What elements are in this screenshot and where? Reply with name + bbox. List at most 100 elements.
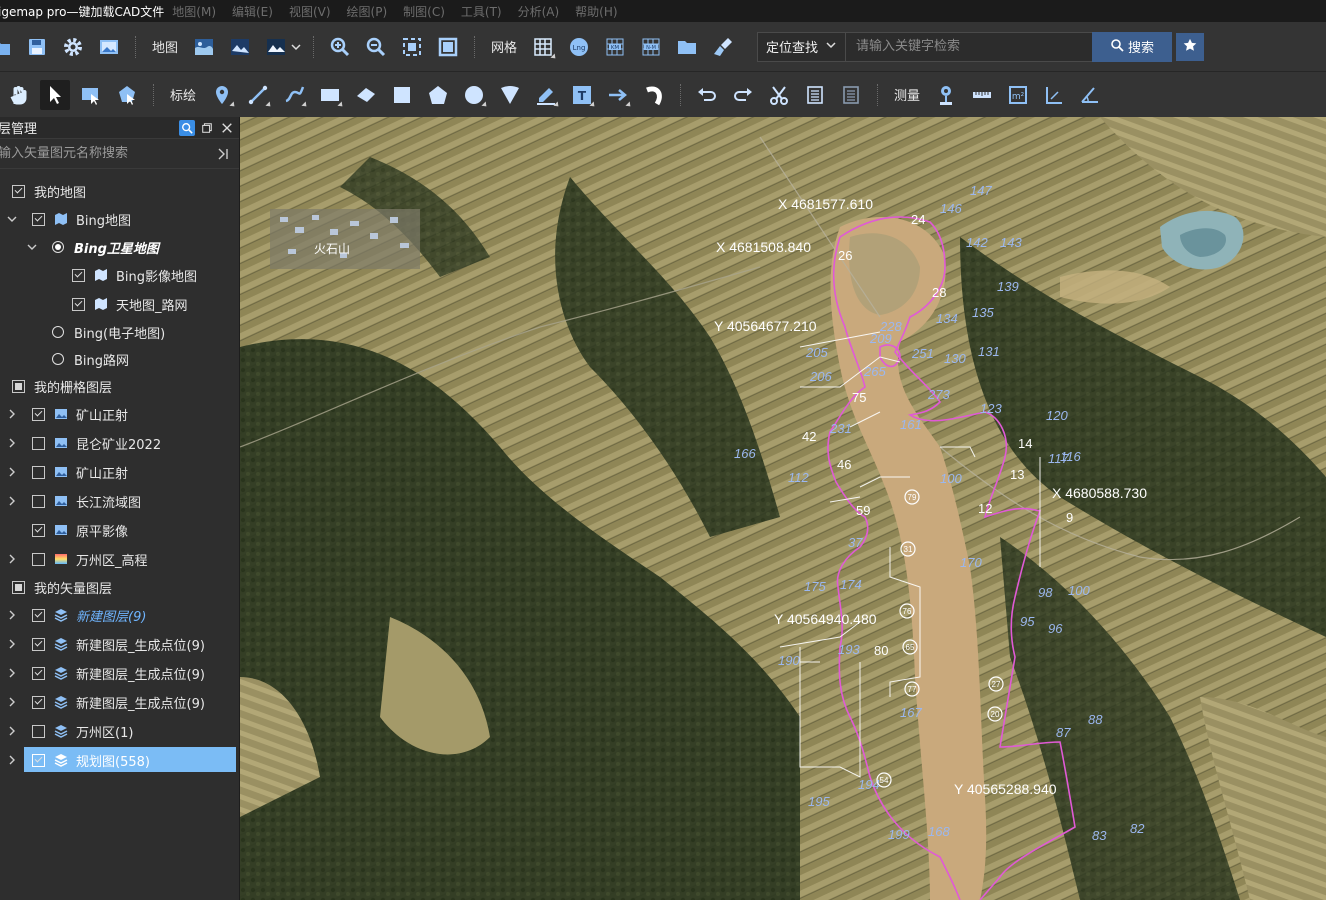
favorite-button[interactable] — [1176, 32, 1205, 61]
layer-search-input[interactable] — [0, 139, 213, 168]
text-underline-icon[interactable] — [531, 80, 561, 110]
layer-group-raster[interactable]: 我的栅格图层 — [0, 372, 240, 400]
search-mode-dropdown[interactable]: 定位查找 — [758, 32, 847, 61]
chevron-down-icon[interactable] — [26, 241, 38, 253]
layer-item-bing-imagery[interactable]: Bing影像地图 — [0, 261, 240, 289]
menu-analysis[interactable]: 分析(A) — [518, 3, 560, 20]
settings-gear-icon[interactable] — [58, 32, 88, 62]
layer-item-mine-ortho-1[interactable]: 矿山正射 — [0, 400, 240, 428]
layer-group-vector[interactable]: 我的矢量图层 — [0, 573, 240, 601]
map-view[interactable]: 火石山 X 4681577.610 X 4681508.840 Y 40564677… — [240, 117, 1326, 900]
layer-checkbox[interactable] — [72, 297, 85, 311]
layer-item-new-layer[interactable]: 新建图层(9) — [0, 601, 240, 629]
pentagon-draw-icon[interactable] — [423, 80, 453, 110]
chevron-right-icon[interactable] — [6, 553, 18, 565]
menu-help[interactable]: 帮助(H) — [575, 3, 617, 20]
curve-draw-icon[interactable] — [279, 80, 309, 110]
layer-checkbox[interactable] — [12, 580, 25, 594]
folder-icon[interactable] — [672, 32, 702, 62]
layer-item-wanzhou[interactable]: 万州区(1) — [0, 717, 240, 745]
km-grid-icon[interactable]: KM — [600, 32, 630, 62]
layer-item-wanzhou-elevation[interactable]: 万州区_高程 — [0, 545, 240, 573]
measure-distance-icon[interactable] — [967, 80, 997, 110]
layer-item-yuanping-imagery[interactable]: 原平影像 — [0, 516, 240, 544]
chevron-right-icon[interactable] — [6, 638, 18, 650]
select-pointer-icon[interactable] — [40, 79, 70, 110]
terrain-map-icon[interactable] — [261, 32, 291, 62]
layer-checkbox[interactable] — [32, 494, 45, 508]
restore-window-icon[interactable] — [199, 120, 215, 136]
chevron-right-icon[interactable] — [6, 466, 18, 478]
layer-item-planning-map[interactable]: 规划图(558) — [0, 746, 240, 774]
chevron-right-icon[interactable] — [6, 667, 18, 679]
layer-checkbox[interactable] — [32, 637, 45, 651]
layer-item-bing[interactable]: Bing地图 — [0, 205, 240, 233]
pan-hand-icon[interactable] — [4, 80, 34, 110]
layer-checkbox[interactable] — [12, 379, 25, 393]
layer-radio[interactable] — [52, 326, 64, 338]
layer-checkbox[interactable] — [32, 407, 45, 421]
arrow-draw-icon[interactable] — [603, 80, 633, 110]
line-draw-icon[interactable] — [243, 80, 273, 110]
chevron-right-icon[interactable] — [6, 408, 18, 420]
zoom-extent-icon[interactable] — [397, 32, 427, 62]
search-button[interactable]: 搜索 — [1092, 31, 1173, 62]
chevron-right-icon[interactable] — [6, 696, 18, 708]
chevron-right-icon[interactable] — [6, 725, 18, 737]
chevron-right-icon[interactable] — [6, 437, 18, 449]
layer-group-my-maps[interactable]: 我的地图 — [0, 177, 240, 205]
text-box-icon[interactable]: T — [567, 80, 597, 110]
layer-checkbox[interactable] — [32, 608, 45, 622]
layer-item-bing-electronic[interactable]: Bing(电子地图) — [0, 318, 240, 346]
paste-attributes-icon[interactable] — [836, 80, 866, 110]
dark-map-icon[interactable] — [225, 32, 255, 62]
close-icon[interactable] — [219, 120, 235, 136]
layer-item-generated-points-3[interactable]: 新建图层_生成点位(9) — [0, 688, 240, 716]
grid-icon[interactable] — [528, 32, 558, 62]
marker-pin-icon[interactable] — [207, 80, 237, 110]
lnglat-grid-icon[interactable]: Lng — [564, 32, 594, 62]
layer-item-tianditu-roads[interactable]: 天地图_路网 — [0, 290, 240, 318]
zoom-out-icon[interactable] — [361, 32, 391, 62]
polygon-select-icon[interactable] — [112, 80, 142, 110]
layer-checkbox[interactable] — [12, 184, 25, 198]
layer-item-bing-satellite[interactable]: Bing卫星地图 — [0, 233, 240, 261]
measure-position-icon[interactable] — [931, 80, 961, 110]
chevron-right-icon[interactable] — [6, 609, 18, 621]
measure-area-icon[interactable]: m² — [1003, 80, 1033, 110]
open-folder-icon[interactable] — [0, 32, 16, 62]
layer-checkbox[interactable] — [32, 695, 45, 709]
layer-checkbox[interactable] — [32, 436, 45, 450]
panel-search-icon[interactable] — [179, 119, 195, 136]
square-draw-icon[interactable] — [387, 80, 417, 110]
layer-checkbox[interactable] — [32, 724, 45, 738]
sector-draw-icon[interactable] — [495, 80, 525, 110]
layer-checkbox[interactable] — [32, 753, 45, 767]
redo-icon[interactable] — [728, 80, 758, 110]
layer-checkbox[interactable] — [32, 465, 45, 479]
collapse-panel-icon[interactable] — [213, 144, 233, 164]
chevron-right-icon[interactable] — [6, 495, 18, 507]
menu-map[interactable]: 地图(M) — [172, 3, 216, 20]
freehand-polygon-icon[interactable] — [351, 80, 381, 110]
satellite-map-icon[interactable] — [189, 32, 219, 62]
search-input[interactable] — [846, 32, 1093, 61]
layer-checkbox[interactable] — [32, 666, 45, 680]
menu-view[interactable]: 视图(V) — [289, 3, 331, 20]
image-icon[interactable] — [94, 32, 124, 62]
copy-attributes-icon[interactable] — [800, 80, 830, 110]
rectangle-draw-icon[interactable] — [315, 80, 345, 110]
nm-grid-icon[interactable]: N-M — [636, 32, 666, 62]
circle-draw-icon[interactable] — [459, 80, 489, 110]
layer-checkbox[interactable] — [72, 268, 85, 282]
layer-item-generated-points-2[interactable]: 新建图层_生成点位(9) — [0, 659, 240, 687]
layer-item-bing-roads[interactable]: Bing路网 — [0, 345, 240, 373]
chevron-down-icon[interactable] — [290, 32, 302, 62]
chevron-down-icon[interactable] — [6, 213, 18, 225]
menu-edit[interactable]: 编辑(E) — [232, 3, 273, 20]
curved-arrow-icon[interactable] — [639, 80, 669, 110]
layer-checkbox[interactable] — [32, 212, 45, 226]
measure-height-icon[interactable] — [1039, 80, 1069, 110]
menu-draw[interactable]: 绘图(P) — [347, 3, 388, 20]
layer-item-yangtze-basin[interactable]: 长江流域图 — [0, 487, 240, 515]
